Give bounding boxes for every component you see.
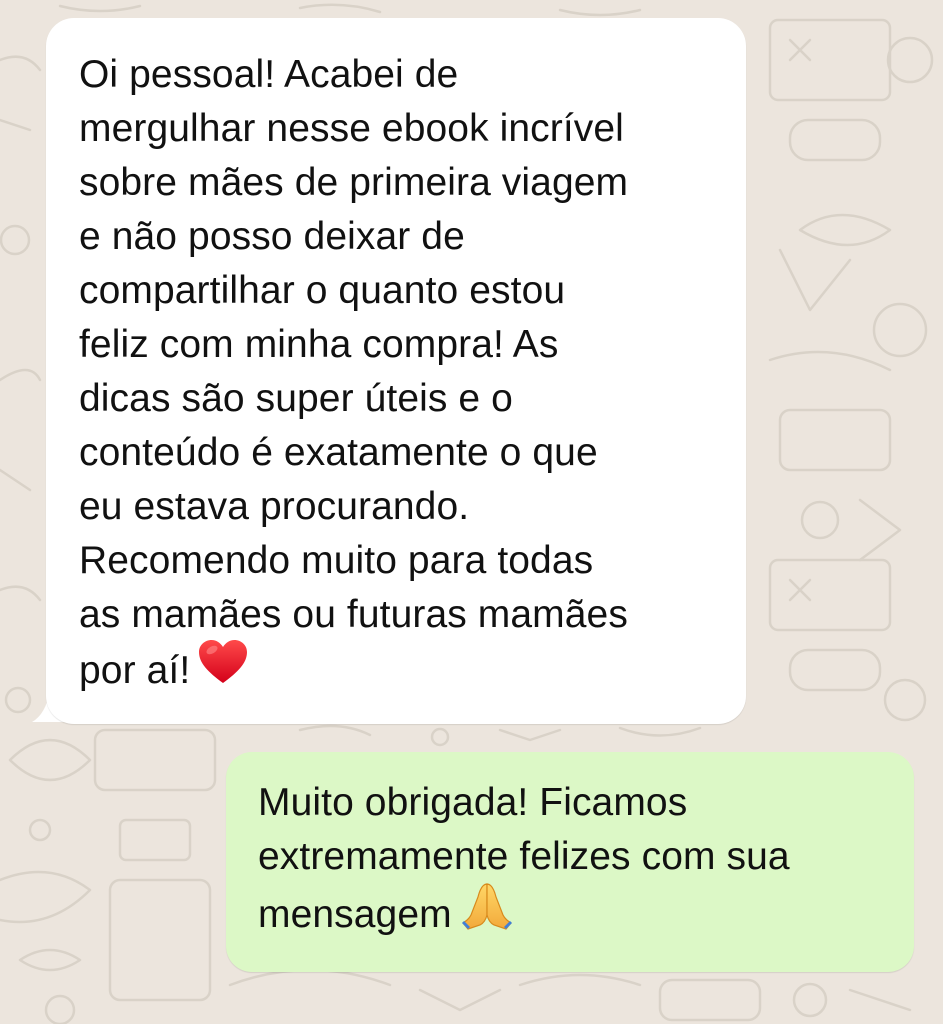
message-line: e não posso deixar de	[79, 215, 465, 258]
message-line: sobre mães de primeira viagem	[79, 161, 629, 204]
message-line: Recomendo muito para todas	[79, 539, 594, 582]
message-last-line: mensagem	[258, 881, 888, 949]
message-line: as mamães ou futuras mamães	[79, 593, 628, 636]
message-line: compartilhar o quanto estou	[79, 269, 566, 312]
message-line: feliz com minha compra! As	[79, 323, 559, 366]
message-line: dicas são super úteis e o	[79, 377, 513, 420]
folded-hands-icon	[460, 881, 514, 946]
message-line: eu estava procurando.	[79, 485, 470, 528]
message-line: extremamente felizes com sua	[258, 835, 790, 878]
message-line: mergulhar nesse ebook incrível	[79, 107, 624, 150]
message-line: Oi pessoal! Acabei de	[79, 53, 459, 96]
message-line: por aí!	[79, 648, 191, 692]
heart-icon	[198, 639, 248, 700]
incoming-message-bubble[interactable]: Oi pessoal! Acabei de mergulhar nesse eb…	[46, 18, 746, 724]
message-line: Muito obrigada! Ficamos	[258, 781, 688, 824]
message-line: conteúdo é exatamente o que	[79, 431, 598, 474]
message-last-line: por aí!	[79, 639, 716, 703]
outgoing-message-bubble[interactable]: Muito obrigada! Ficamos extremamente fel…	[226, 752, 914, 972]
message-line: mensagem	[258, 892, 452, 936]
